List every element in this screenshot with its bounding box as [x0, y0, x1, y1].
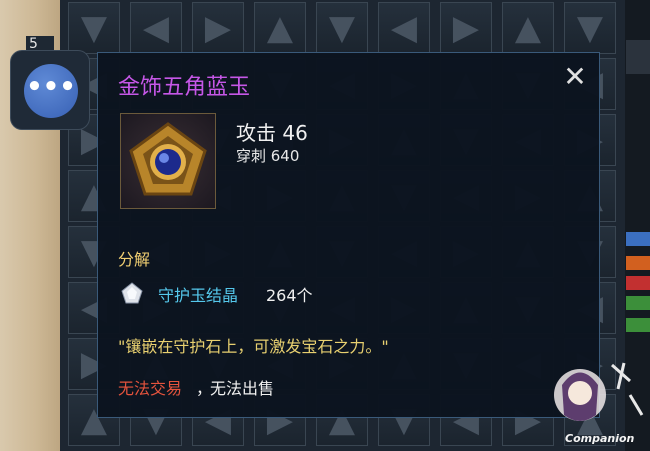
inventory-slot[interactable]: ▲: [254, 2, 306, 54]
inventory-slot[interactable]: ▼: [316, 2, 368, 54]
inventory-slot[interactable]: ▶: [192, 2, 244, 54]
inventory-slot[interactable]: ◀: [130, 2, 182, 54]
attack-stat: 攻击 46: [236, 121, 308, 145]
more-options-button[interactable]: •••: [10, 50, 90, 130]
right-panel-item[interactable]: [626, 318, 650, 332]
close-icon[interactable]: ✕: [560, 63, 590, 93]
right-panel-item[interactable]: [626, 40, 650, 74]
watermark-text: Companion: [565, 432, 635, 445]
pierce-stat: 穿刺 640: [236, 147, 300, 165]
inventory-slot[interactable]: ▶: [440, 2, 492, 54]
right-panel-item[interactable]: [626, 276, 650, 290]
gem-pentagon-icon: [129, 122, 207, 196]
decompose-label: 分解: [118, 250, 151, 269]
right-panel-item[interactable]: [626, 232, 650, 246]
inventory-slot[interactable]: ▲: [502, 2, 554, 54]
inventory-slot[interactable]: ◀: [378, 2, 430, 54]
item-tooltip: 金饰五角蓝玉 ✕ 攻击 46 穿刺 640 分解 守护玉结晶 264个 "镶嵌在…: [97, 52, 600, 418]
crystal-icon: [121, 282, 143, 304]
material-name[interactable]: 守护玉结晶: [158, 282, 238, 306]
item-icon-frame: [120, 113, 216, 209]
inventory-slot[interactable]: ▼: [564, 2, 616, 54]
inventory-slot[interactable]: ▼: [68, 2, 120, 54]
material-count: 264个: [266, 286, 313, 305]
item-title: 金饰五角蓝玉: [118, 75, 251, 100]
untradeable-label: 无法交易: [118, 379, 183, 398]
item-description: "镶嵌在守护石上，可激发宝石之力。": [118, 337, 389, 356]
more-icon[interactable]: •••: [24, 64, 78, 118]
unsellable-label: 无法出售: [210, 379, 275, 398]
right-panel-item[interactable]: [626, 296, 650, 310]
right-panel-item[interactable]: [626, 256, 650, 270]
